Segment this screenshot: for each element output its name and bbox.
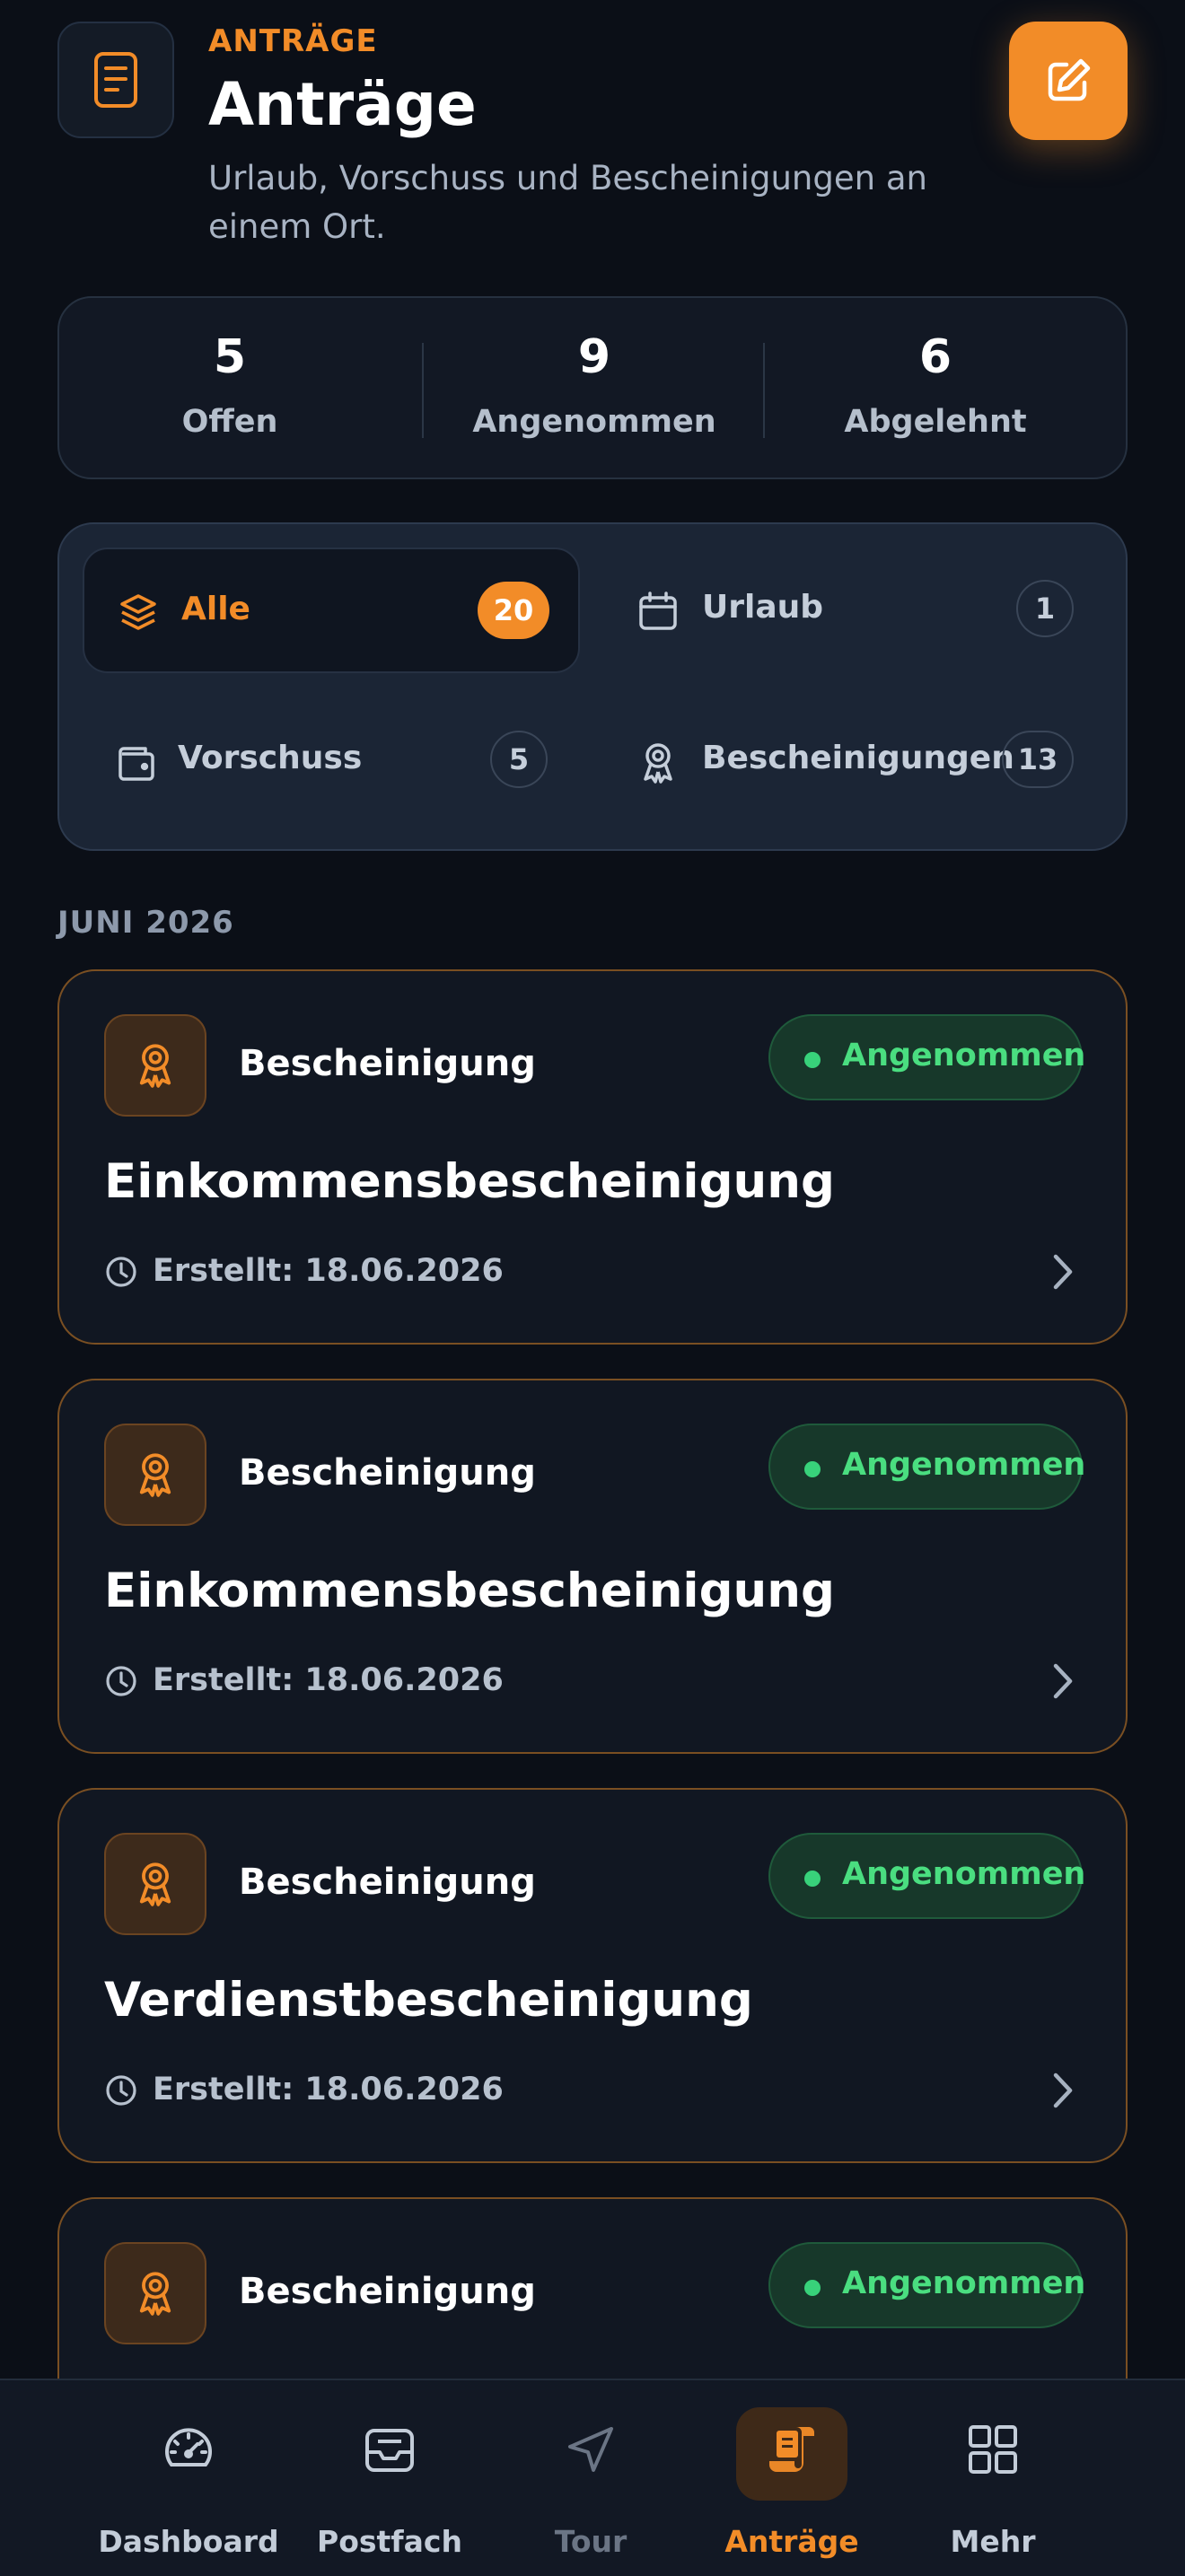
filter-label: Alle bbox=[181, 591, 250, 627]
stat-accepted: 9 Angenommen bbox=[424, 298, 765, 481]
compose-icon bbox=[1048, 58, 1091, 101]
request-card[interactable]: Bescheinigung Angenommen Verdienstbesche… bbox=[57, 1788, 1128, 2163]
created-date: Erstellt: 18.06.2026 bbox=[153, 2072, 504, 2107]
award-icon bbox=[104, 1014, 206, 1117]
nav-label: Postfach bbox=[317, 2524, 462, 2559]
status-text: Angenommen bbox=[842, 1038, 1086, 1073]
stat-value: 9 bbox=[577, 330, 611, 384]
wallet-icon bbox=[117, 741, 158, 783]
filter-panel: Alle 20 Urlaub 1 Vorschuss 5 Bescheinigu… bbox=[57, 522, 1128, 851]
chevron-right-icon bbox=[1047, 1659, 1077, 1704]
stat-rejected: 6 Abgelehnt bbox=[765, 298, 1106, 481]
filter-bescheinigungen[interactable]: Bescheinigungen 13 bbox=[603, 698, 1106, 824]
created-date: Erstellt: 18.06.2026 bbox=[153, 1662, 504, 1698]
section-month-label: JUNI 2026 bbox=[57, 905, 234, 941]
inbox-icon bbox=[289, 2422, 490, 2477]
status-badge: Angenommen bbox=[768, 1014, 1086, 1100]
chevron-right-icon bbox=[1047, 1249, 1077, 1294]
chevron-right-icon bbox=[1047, 2068, 1077, 2113]
scroll-icon bbox=[691, 2422, 892, 2477]
nav-dashboard[interactable]: Dashboard bbox=[88, 2380, 289, 2576]
filter-count: 1 bbox=[1016, 580, 1074, 637]
stat-label: Offen bbox=[181, 404, 278, 440]
nav-label: Mehr bbox=[950, 2524, 1036, 2559]
page-eyebrow: ANTRÄGE bbox=[208, 23, 378, 59]
stat-value: 6 bbox=[918, 330, 952, 384]
award-icon bbox=[104, 2242, 206, 2344]
request-card[interactable]: Bescheinigung Angenommen Einkommensbesch… bbox=[57, 1379, 1128, 1754]
award-icon bbox=[637, 741, 679, 784]
stat-label: Abgelehnt bbox=[844, 404, 1027, 440]
request-type: Bescheinigung bbox=[239, 1043, 536, 1084]
request-type: Bescheinigung bbox=[239, 1452, 536, 1494]
page-subtitle: Urlaub, Vorschuss und Bescheinigungen an… bbox=[208, 159, 927, 246]
nav-tour[interactable]: Tour bbox=[490, 2380, 691, 2576]
bottom-nav: Dashboard Postfach Tour Anträge Mehr bbox=[0, 2379, 1185, 2576]
filter-all[interactable]: Alle 20 bbox=[83, 548, 580, 673]
stat-value: 5 bbox=[213, 330, 247, 384]
clock-icon bbox=[104, 1255, 138, 1289]
status-text: Angenommen bbox=[842, 1856, 1086, 1892]
status-badge: Angenommen bbox=[768, 1833, 1086, 1919]
request-title: Einkommensbescheinigung bbox=[104, 1154, 835, 1209]
award-icon bbox=[104, 1424, 206, 1526]
clock-icon bbox=[104, 2073, 138, 2107]
award-icon bbox=[104, 1833, 206, 1935]
status-dot bbox=[804, 1871, 821, 1887]
filter-urlaub[interactable]: Urlaub 1 bbox=[603, 548, 1106, 673]
filter-count: 5 bbox=[490, 731, 548, 788]
layers-icon bbox=[118, 592, 158, 632]
request-title: Verdienstbescheinigung bbox=[104, 1973, 753, 2028]
stat-label: Angenommen bbox=[472, 404, 716, 440]
status-badge: Angenommen bbox=[768, 1424, 1086, 1510]
page-title: Anträge bbox=[208, 70, 477, 139]
grid-icon bbox=[892, 2422, 1093, 2477]
nav-antraege[interactable]: Anträge bbox=[691, 2380, 892, 2576]
status-text: Angenommen bbox=[842, 2265, 1086, 2301]
nav-label: Anträge bbox=[724, 2524, 859, 2559]
calendar-icon bbox=[637, 591, 679, 632]
nav-label: Tour bbox=[554, 2524, 628, 2559]
filter-label: Urlaub bbox=[702, 589, 824, 626]
stat-open: 5 Offen bbox=[59, 298, 400, 481]
status-text: Angenommen bbox=[842, 1447, 1086, 1483]
filter-vorschuss[interactable]: Vorschuss 5 bbox=[83, 698, 580, 824]
new-request-button[interactable] bbox=[1009, 22, 1128, 140]
request-type: Bescheinigung bbox=[239, 2271, 536, 2312]
request-card[interactable]: Bescheinigung Angenommen Einkommensbesch… bbox=[57, 969, 1128, 1345]
status-dot bbox=[804, 1461, 821, 1477]
filter-count: 13 bbox=[1002, 731, 1074, 788]
request-type: Bescheinigung bbox=[239, 1862, 536, 1903]
nav-label: Dashboard bbox=[98, 2524, 279, 2559]
navigation-icon bbox=[490, 2422, 691, 2477]
nav-postfach[interactable]: Postfach bbox=[289, 2380, 490, 2576]
created-date: Erstellt: 18.06.2026 bbox=[153, 1253, 504, 1289]
header-document-icon bbox=[57, 22, 174, 138]
gauge-icon bbox=[88, 2422, 289, 2477]
status-badge: Angenommen bbox=[768, 2242, 1086, 2328]
filter-label: Vorschuss bbox=[178, 740, 363, 776]
clock-icon bbox=[104, 1664, 138, 1698]
stats-summary: 5 Offen 9 Angenommen 6 Abgelehnt bbox=[57, 296, 1128, 479]
filter-count: 20 bbox=[478, 582, 549, 639]
status-dot bbox=[804, 1052, 821, 1068]
filter-label: Bescheinigungen bbox=[702, 740, 1014, 776]
nav-mehr[interactable]: Mehr bbox=[892, 2380, 1093, 2576]
request-title: Einkommensbescheinigung bbox=[104, 1564, 835, 1618]
status-dot bbox=[804, 2280, 821, 2296]
